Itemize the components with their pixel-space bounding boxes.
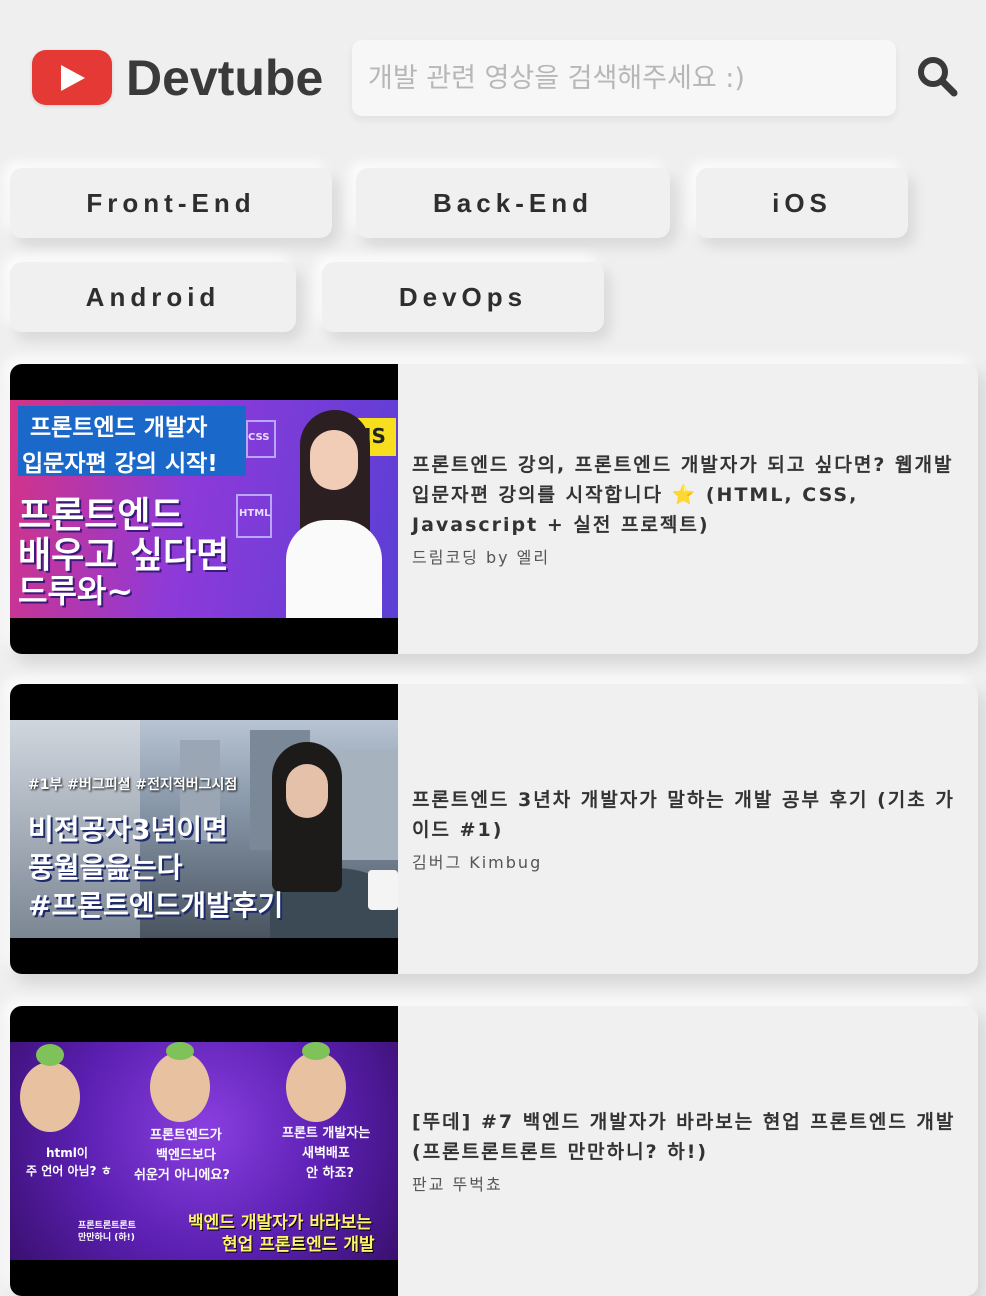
search-input[interactable] — [352, 40, 896, 116]
search-icon — [918, 56, 958, 96]
video-info: 프론트엔드 3년차 개발자가 말하는 개발 공부 후기 (기초 가이드 #1) … — [412, 684, 968, 974]
video-title[interactable]: [뚜데] #7 백엔드 개발자가 바라보는 현업 프론트엔드 개발 (프론트론트… — [412, 1107, 968, 1167]
video-card[interactable]: 프론트엔드 개발자 입문자편 강의 시작! 프론트엔드 배우고 싶다면 드루와~… — [10, 364, 978, 654]
search-button[interactable] — [912, 52, 964, 104]
category-devops[interactable]: DevOps — [322, 262, 604, 332]
video-title[interactable]: 프론트엔드 강의, 프론트엔드 개발자가 되고 싶다면? 웹개발 입문자편 강의… — [412, 450, 968, 540]
category-ios[interactable]: iOS — [696, 168, 908, 238]
video-info: [뚜데] #7 백엔드 개발자가 바라보는 현업 프론트엔드 개발 (프론트론트… — [412, 1006, 968, 1296]
category-front-end[interactable]: Front-End — [10, 168, 332, 238]
video-card[interactable]: html이 주 언어 아님? ㅎ 프론트엔드가 백엔드보다 쉬운거 아니에요? … — [10, 1006, 978, 1296]
video-thumbnail[interactable]: 프론트엔드 개발자 입문자편 강의 시작! 프론트엔드 배우고 싶다면 드루와~… — [10, 364, 398, 654]
video-channel[interactable]: 판교 뚜벅쵸 — [412, 1171, 968, 1195]
video-card[interactable]: #1부 #버그피셜 #전지적버그시점 비전공자3년이면 풍월을읊는다 #프론트엔… — [10, 684, 978, 974]
video-info: 프론트엔드 강의, 프론트엔드 개발자가 되고 싶다면? 웹개발 입문자편 강의… — [412, 364, 968, 654]
video-thumbnail[interactable]: html이 주 언어 아님? ㅎ 프론트엔드가 백엔드보다 쉬운거 아니에요? … — [10, 1006, 398, 1296]
video-channel[interactable]: 드림코딩 by 엘리 — [412, 544, 968, 568]
header: Devtube — [0, 0, 986, 150]
video-title[interactable]: 프론트엔드 3년차 개발자가 말하는 개발 공부 후기 (기초 가이드 #1) — [412, 785, 968, 845]
category-back-end[interactable]: Back-End — [356, 168, 670, 238]
category-android[interactable]: Android — [10, 262, 296, 332]
brand-title[interactable]: Devtube — [126, 48, 323, 108]
video-thumbnail[interactable]: #1부 #버그피셜 #전지적버그시점 비전공자3년이면 풍월을읊는다 #프론트엔… — [10, 684, 398, 974]
youtube-logo-icon[interactable] — [32, 50, 112, 105]
video-channel[interactable]: 김버그 Kimbug — [412, 849, 968, 873]
